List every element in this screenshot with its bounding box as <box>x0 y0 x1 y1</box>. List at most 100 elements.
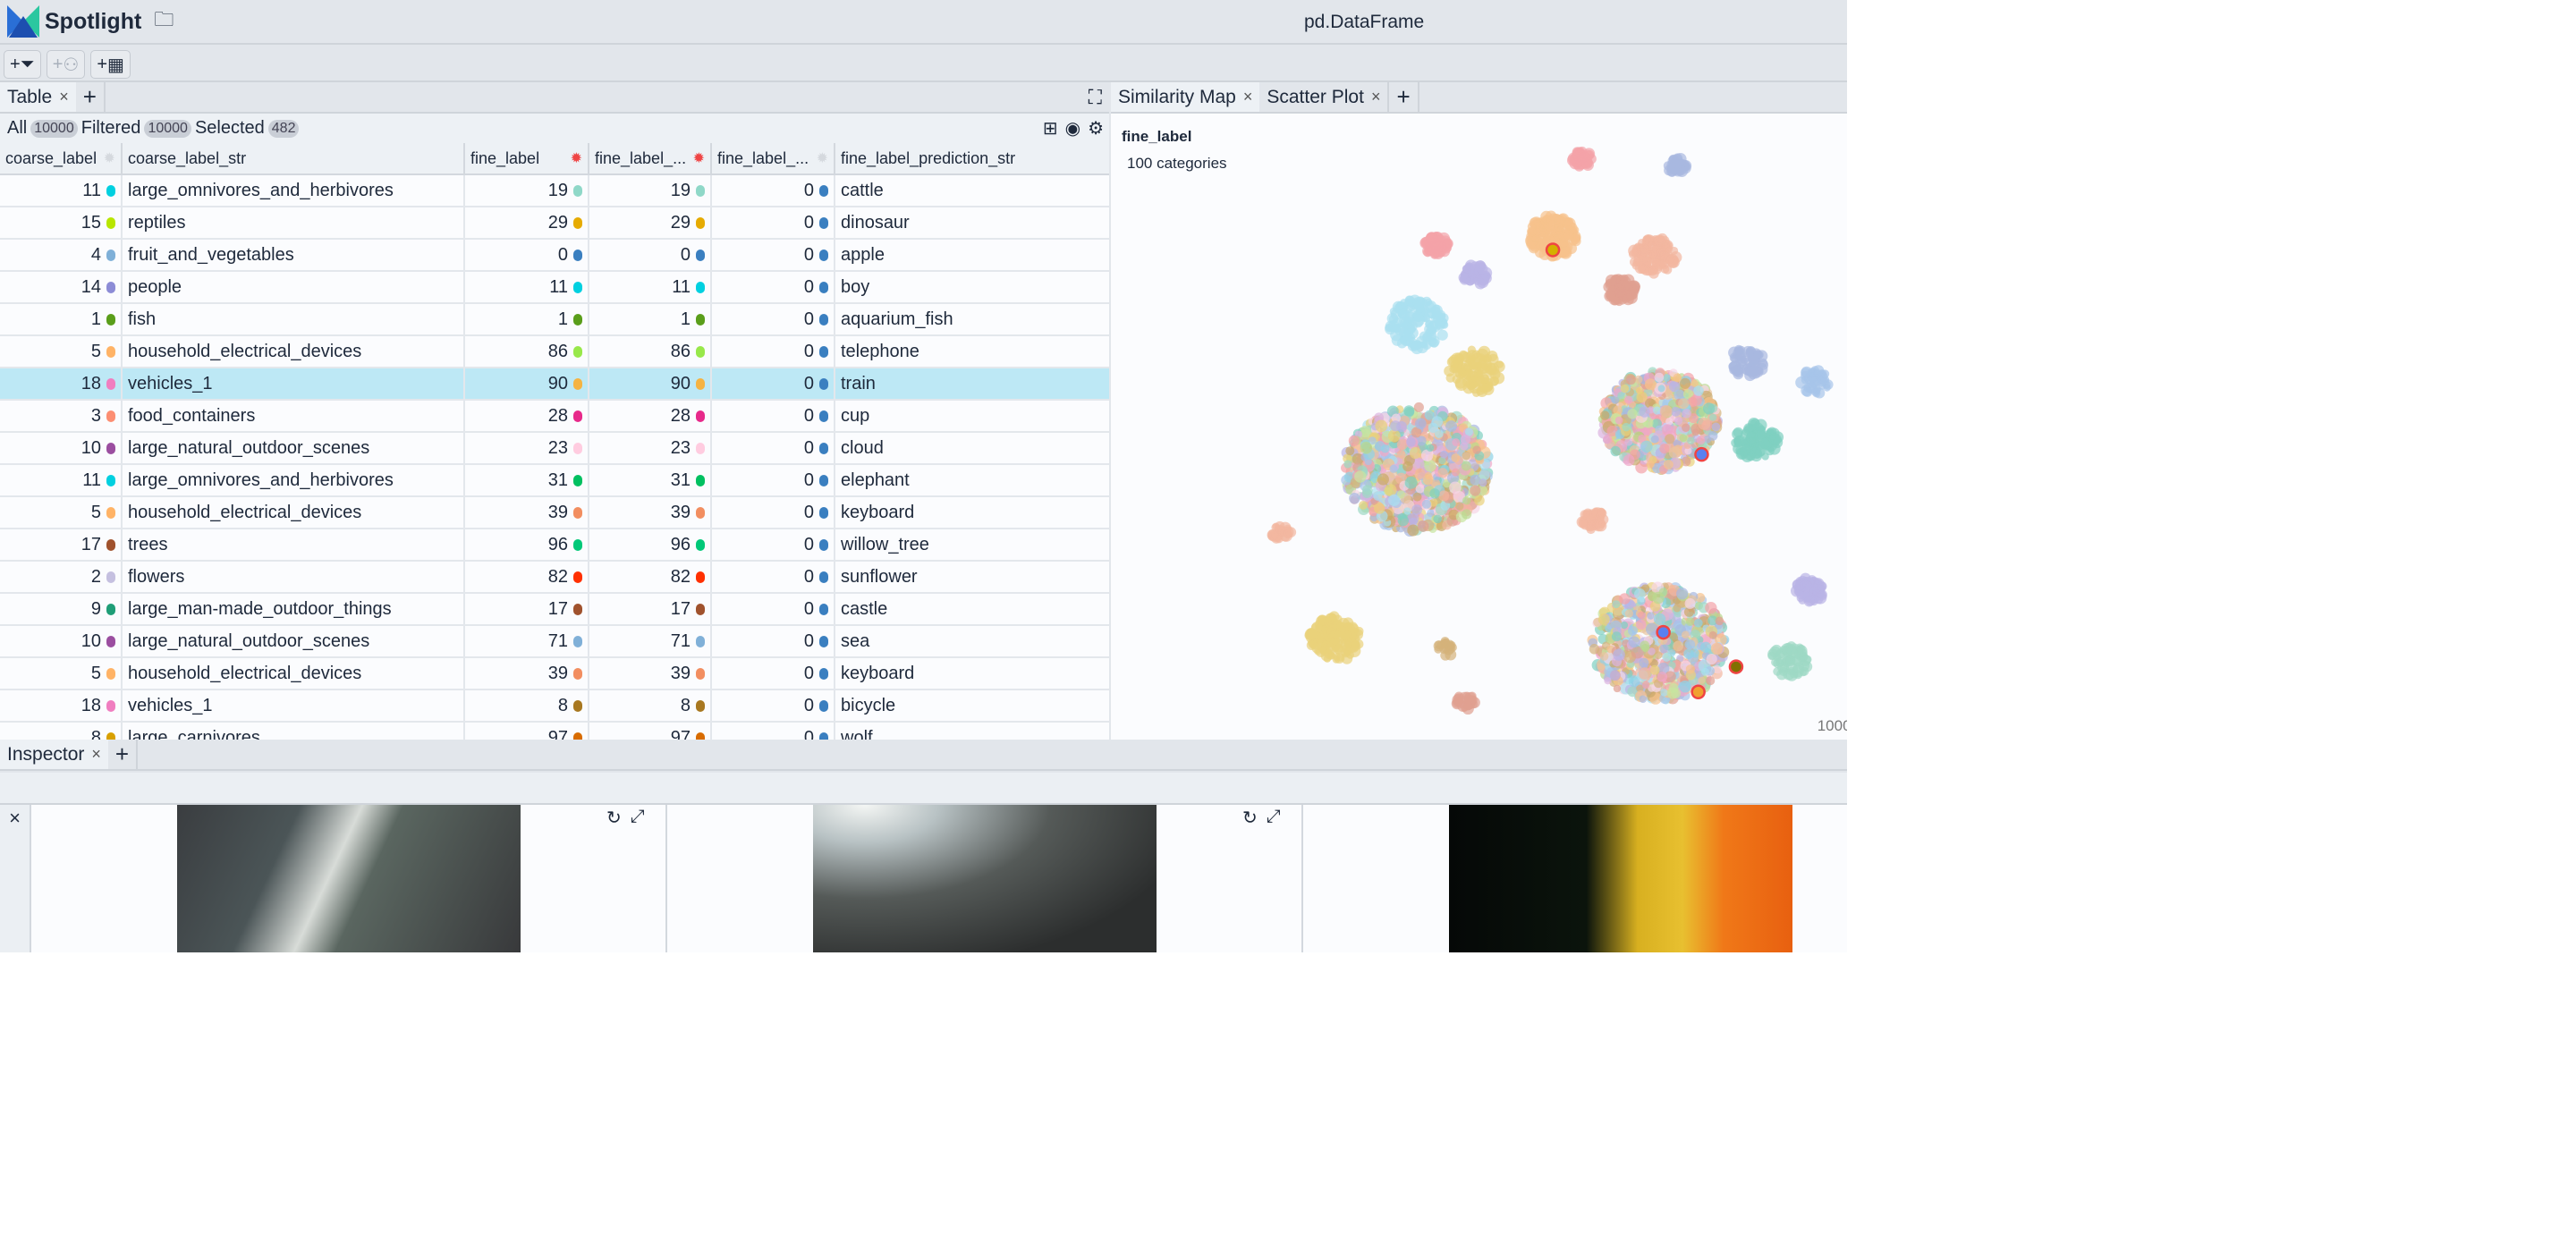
map-point[interactable] <box>1390 420 1402 432</box>
map-point[interactable] <box>1586 153 1597 165</box>
map-point[interactable] <box>1345 446 1355 456</box>
map-point[interactable] <box>1705 602 1717 614</box>
column-header[interactable]: fine_label ✹ <box>465 143 589 173</box>
map-point[interactable] <box>1434 428 1444 438</box>
close-icon[interactable]: × <box>59 88 69 106</box>
map-point[interactable] <box>1768 433 1781 444</box>
map-point[interactable] <box>1706 676 1716 686</box>
map-point[interactable] <box>1406 437 1416 447</box>
table-body[interactable]: 11 large_omnivores_and_herbivores 19 19 0 cat… <box>0 175 1109 740</box>
map-point[interactable] <box>1421 499 1432 509</box>
map-point[interactable] <box>1377 473 1389 486</box>
map-point[interactable] <box>1636 391 1648 403</box>
map-point[interactable] <box>1685 664 1696 674</box>
map-point[interactable] <box>1693 618 1703 628</box>
map-point[interactable] <box>1414 418 1427 430</box>
map-point[interactable] <box>1624 395 1633 404</box>
relevance-bulb-icon[interactable]: ✹ <box>571 149 582 167</box>
map-point[interactable] <box>1380 444 1390 453</box>
map-point[interactable] <box>1452 438 1461 447</box>
map-point[interactable] <box>1769 646 1781 658</box>
map-point[interactable] <box>1412 492 1422 502</box>
map-point[interactable] <box>1599 652 1609 661</box>
map-point[interactable] <box>1462 451 1471 461</box>
map-point[interactable] <box>1388 314 1399 325</box>
map-point[interactable] <box>1472 445 1481 454</box>
map-point[interactable] <box>1360 441 1373 454</box>
map-point[interactable] <box>1439 450 1448 459</box>
maximize-icon[interactable]: ⛶ <box>1081 82 1109 112</box>
map-point[interactable] <box>1668 446 1682 459</box>
table-row[interactable]: 18 vehicles_1 90 90 0 train <box>0 368 1109 401</box>
map-point[interactable] <box>1373 491 1383 501</box>
map-point[interactable] <box>1641 681 1650 689</box>
selected-label[interactable]: Selected <box>195 118 265 139</box>
add-tab-button[interactable]: + <box>76 82 106 112</box>
map-point[interactable] <box>1430 304 1443 317</box>
map-point[interactable] <box>1682 409 1691 419</box>
map-point[interactable] <box>1699 641 1712 653</box>
map-point[interactable] <box>1673 373 1682 383</box>
map-point[interactable] <box>1349 493 1360 504</box>
selected-map-point[interactable] <box>1545 242 1561 258</box>
map-point[interactable] <box>1426 444 1435 453</box>
add-column-icon[interactable]: ⊞ <box>1043 117 1058 140</box>
map-point[interactable] <box>1636 619 1647 630</box>
map-point[interactable] <box>1396 439 1408 451</box>
map-point[interactable] <box>1651 244 1664 257</box>
map-point[interactable] <box>1597 663 1606 672</box>
table-row[interactable]: 14 people 11 11 0 boy <box>0 272 1109 304</box>
close-icon[interactable]: × <box>91 745 101 764</box>
map-point[interactable] <box>1628 636 1640 648</box>
map-point[interactable] <box>1348 435 1360 446</box>
map-point[interactable] <box>1641 643 1650 653</box>
map-point[interactable] <box>1679 434 1688 442</box>
table-row[interactable]: 5 household_electrical_devices 86 86 0 teleph… <box>0 336 1109 368</box>
map-point[interactable] <box>1455 502 1464 511</box>
tab-scatter-plot[interactable]: Scatter Plot × <box>1259 82 1390 112</box>
map-point[interactable] <box>1657 672 1668 682</box>
map-point[interactable] <box>1741 428 1750 438</box>
map-point[interactable] <box>1431 416 1444 427</box>
map-point[interactable] <box>1703 402 1716 415</box>
map-point[interactable] <box>1633 588 1646 600</box>
map-point[interactable] <box>1334 644 1343 655</box>
map-point[interactable] <box>1458 272 1470 283</box>
table-row[interactable]: 10 large_natural_outdoor_scenes 71 71 0 sea <box>0 626 1109 658</box>
map-point[interactable] <box>1795 579 1806 590</box>
map-point[interactable] <box>1315 646 1327 657</box>
map-point[interactable] <box>1604 290 1616 302</box>
map-point[interactable] <box>1614 287 1626 298</box>
map-point[interactable] <box>1619 593 1631 605</box>
map-point[interactable] <box>1624 609 1633 618</box>
all-label[interactable]: All <box>7 118 27 139</box>
map-point[interactable] <box>1604 677 1612 685</box>
map-point[interactable] <box>1480 270 1491 280</box>
column-header[interactable]: coarse_label ✹ <box>0 143 123 173</box>
map-point[interactable] <box>1674 416 1683 426</box>
relevance-bulb-icon[interactable]: ✹ <box>104 149 115 167</box>
folder-icon[interactable]: 🗀 <box>154 4 174 38</box>
map-point[interactable] <box>1411 504 1422 516</box>
map-point[interactable] <box>1479 478 1487 487</box>
map-point[interactable] <box>1527 226 1537 237</box>
add-query-filter-button[interactable]: + ▦ <box>90 50 131 79</box>
map-point[interactable] <box>1451 453 1461 462</box>
map-point[interactable] <box>1681 630 1690 639</box>
map-point[interactable] <box>1348 645 1361 657</box>
map-point[interactable] <box>1658 588 1668 597</box>
map-point[interactable] <box>1397 514 1410 527</box>
table-row[interactable]: 2 flowers 82 82 0 sunflower <box>0 562 1109 594</box>
map-point[interactable] <box>1426 330 1437 343</box>
table-row[interactable]: 3 food_containers 28 28 0 cup <box>0 401 1109 433</box>
map-point[interactable] <box>1349 631 1357 640</box>
table-row[interactable]: 8 large_carnivores 97 97 0 wolf <box>0 723 1109 740</box>
map-point[interactable] <box>1412 314 1425 326</box>
map-point[interactable] <box>1684 597 1696 609</box>
column-header[interactable]: fine_label_... ✹ <box>589 143 712 173</box>
table-row[interactable]: 9 large_man-made_outdoor_things 17 17 0 castl… <box>0 594 1109 626</box>
map-point[interactable] <box>1785 663 1799 676</box>
map-point[interactable] <box>1429 488 1440 499</box>
filtered-label[interactable]: Filtered <box>81 118 141 139</box>
selected-map-point[interactable] <box>1656 624 1671 640</box>
